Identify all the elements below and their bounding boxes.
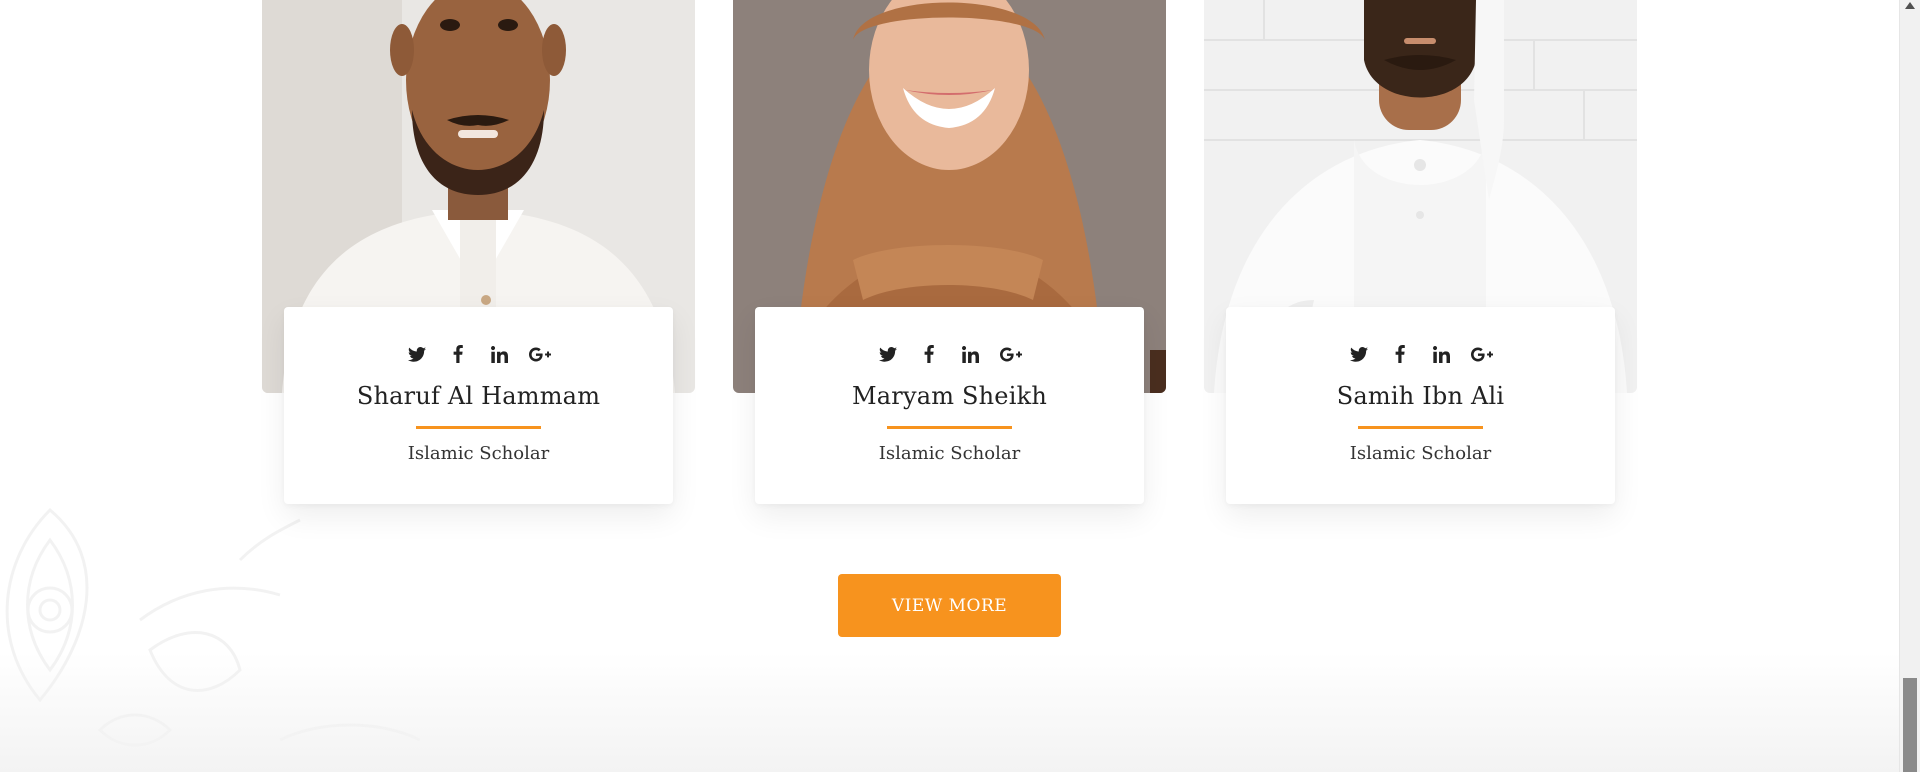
member-info-card: Sharuf Al Hammam Islamic Scholar — [284, 307, 673, 504]
facebook-icon[interactable] — [447, 343, 469, 365]
google-plus-icon[interactable] — [1000, 343, 1022, 365]
scroll-up-arrow-icon[interactable] — [1905, 2, 1915, 9]
team-member-card: Maryam Sheikh Islamic Scholar — [733, 0, 1166, 510]
twitter-icon[interactable] — [1348, 343, 1370, 365]
member-name: Samih Ibn Ali — [1336, 382, 1505, 410]
member-name: Maryam Sheikh — [852, 382, 1047, 410]
facebook-icon[interactable] — [918, 343, 940, 365]
member-role: Islamic Scholar — [1349, 443, 1492, 464]
member-info-card: Samih Ibn Ali Islamic Scholar — [1226, 307, 1615, 504]
name-underline — [1358, 426, 1483, 429]
twitter-icon[interactable] — [406, 343, 428, 365]
member-role: Islamic Scholar — [878, 443, 1021, 464]
team-member-card: Sharuf Al Hammam Islamic Scholar — [262, 0, 695, 510]
bottom-fade — [0, 652, 1900, 772]
member-name: Sharuf Al Hammam — [356, 382, 601, 410]
member-role: Islamic Scholar — [407, 443, 550, 464]
google-plus-icon[interactable] — [1471, 343, 1493, 365]
linkedin-icon[interactable] — [959, 343, 981, 365]
social-links — [755, 343, 1144, 365]
name-underline — [887, 426, 1012, 429]
team-grid: Sharuf Al Hammam Islamic Scholar Maryam … — [262, 0, 1637, 520]
linkedin-icon[interactable] — [488, 343, 510, 365]
social-links — [284, 343, 673, 365]
name-underline — [416, 426, 541, 429]
member-info-card: Maryam Sheikh Islamic Scholar — [755, 307, 1144, 504]
facebook-icon[interactable] — [1389, 343, 1411, 365]
team-member-card: Samih Ibn Ali Islamic Scholar — [1204, 0, 1637, 510]
scrollbar-thumb[interactable] — [1903, 678, 1917, 772]
social-links — [1226, 343, 1615, 365]
vertical-scrollbar[interactable] — [1899, 0, 1920, 772]
page: Sharuf Al Hammam Islamic Scholar Maryam … — [0, 0, 1920, 772]
google-plus-icon[interactable] — [529, 343, 551, 365]
linkedin-icon[interactable] — [1430, 343, 1452, 365]
twitter-icon[interactable] — [877, 343, 899, 365]
view-more-button[interactable]: VIEW MORE — [838, 574, 1061, 637]
